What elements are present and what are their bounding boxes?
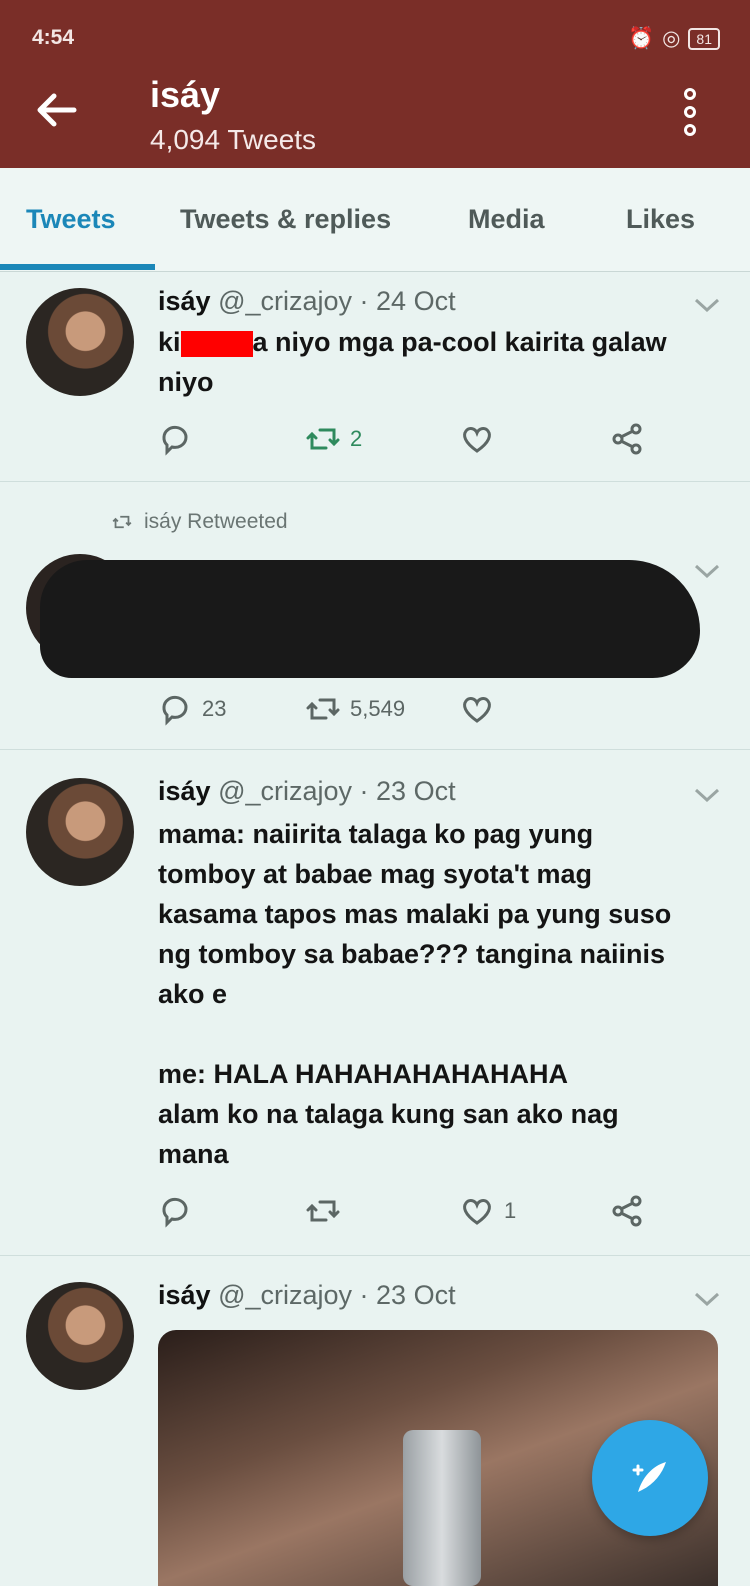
like-button[interactable]: 1 [460,1194,516,1228]
like-icon [463,427,491,453]
avatar[interactable] [26,288,134,396]
tweet-text: ki a niyo mga pa-cool kairita galaw niyo [158,322,723,402]
tweet-text-line: me: HALA HAHAHAHAHAHAHA [158,1059,568,1089]
compose-tweet-button[interactable] [592,1420,708,1536]
like-button[interactable] [460,692,494,726]
like-icon [463,697,491,723]
tweet-count: 4,094 Tweets [150,124,317,155]
tweet-actions: 23 5,549 [158,692,658,732]
tweet-text-line: alam ko na talaga kung san ako nag [158,1099,619,1129]
tweet-actions: 1 [158,1194,658,1234]
tweet-text-line: mana [158,1139,229,1169]
tweet-header: isáy @_crizajoy · 23 Oct [158,776,456,807]
retweet-icon [306,1200,340,1222]
retweet-count: 2 [350,426,363,451]
tweet-text-line: mama: naiirita talaga ko pag yung [158,819,594,849]
tweet-text-line: a niyo mga pa-cool kairita galaw [252,327,667,357]
tweet-text-line: niyo [158,367,214,397]
chevron-down-icon[interactable] [694,1292,720,1306]
tweet-date: · 24 Oct [359,286,456,316]
share-icon [612,1195,642,1227]
battery-icon: 81 [688,27,720,50]
chevron-down-icon[interactable] [694,788,720,802]
tweet-header: isáy @_crizajoy · 24 Oct [158,286,456,317]
share-button[interactable] [610,422,644,456]
app-header: 4:54 ⏰ ◎ 81 isáy 4,094 Tweets [0,0,750,168]
location-icon: ◎ [662,27,681,50]
retweet-button[interactable] [306,1194,340,1228]
status-icons: ⏰ ◎ 81 [628,26,720,51]
tweet-item[interactable]: isáy @_crizajoy · 24 Oct ki a niyo mga pa… [0,272,750,482]
retweet-button[interactable]: 2 [306,422,362,456]
redaction-scribble [40,560,700,678]
retweeted-note: isáy Retweeted [110,510,288,534]
reply-icon [162,695,188,726]
author-name: isáy [158,1280,211,1310]
tweet-date: · 23 Oct [359,776,456,806]
like-count: 1 [504,1198,517,1223]
avatar[interactable] [26,1282,134,1390]
tweet-text-line: kasama tapos mas malaki pa yung suso [158,899,672,929]
tweet-text-line [158,1014,723,1054]
avatar[interactable] [26,778,134,886]
author-name: isáy [158,776,211,806]
retweet-icon [306,698,340,720]
profile-tabs: Tweets Tweets & replies Media Likes [0,168,750,272]
reply-icon [162,1197,188,1228]
tweet-text-line: tomboy at babae mag syota't mag [158,859,593,889]
like-button[interactable] [460,422,494,456]
tweet-actions: 2 [158,422,658,462]
author-handle: @_crizajoy [218,1280,353,1310]
back-arrow-icon[interactable] [34,90,84,130]
active-tab-indicator [0,264,155,270]
tab-likes[interactable]: Likes [626,204,695,235]
share-button[interactable] [610,1194,644,1228]
reply-count: 23 [202,696,227,721]
tab-tweets[interactable]: Tweets [26,204,116,235]
tweet-text-line: ng tomboy sa babae??? tangina naiinis [158,939,666,969]
reply-icon [162,425,188,456]
tweet-text: mama: naiirita talaga ko pag yung tomboy… [158,814,723,1174]
more-vertical-icon[interactable] [676,88,704,136]
reply-button[interactable] [158,422,192,456]
tweet-item[interactable]: isáy @_crizajoy · 23 Oct mama: naiirita … [0,750,750,1256]
chevron-down-icon[interactable] [694,564,720,578]
censor-bar [180,330,253,357]
author-name: isáy [158,286,211,316]
retweet-count: 5,549 [350,696,406,721]
retweet-small-icon [112,515,132,529]
reply-button[interactable] [158,1194,192,1228]
tab-media[interactable]: Media [468,204,545,235]
retweeted-label: isáy Retweeted [144,510,288,533]
status-time: 4:54 [32,26,75,49]
retweet-button[interactable]: 5,549 [306,692,405,726]
profile-name: isáy [150,74,221,115]
tweet-text-line: ako e [158,979,228,1009]
tweet-text-line: ki [158,327,181,357]
phone-in-photo [403,1430,481,1586]
compose-icon [632,1462,666,1492]
tab-tweets-replies[interactable]: Tweets & replies [180,204,391,235]
share-icon [612,423,642,455]
retweet-item[interactable]: isáy Retweeted 23 5,549 [0,482,750,750]
tweet-date: · 23 Oct [359,1280,456,1310]
author-handle: @_crizajoy [218,776,353,806]
alarm-icon: ⏰ [627,26,655,50]
retweet-icon [306,428,340,450]
reply-button[interactable]: 23 [158,692,226,726]
author-handle: @_crizajoy [218,286,353,316]
like-icon [463,1199,491,1225]
status-bar: 4:54 ⏰ ◎ 81 [32,26,720,54]
tweet-header: isáy @_crizajoy · 23 Oct [158,1280,456,1311]
chevron-down-icon[interactable] [694,298,720,312]
